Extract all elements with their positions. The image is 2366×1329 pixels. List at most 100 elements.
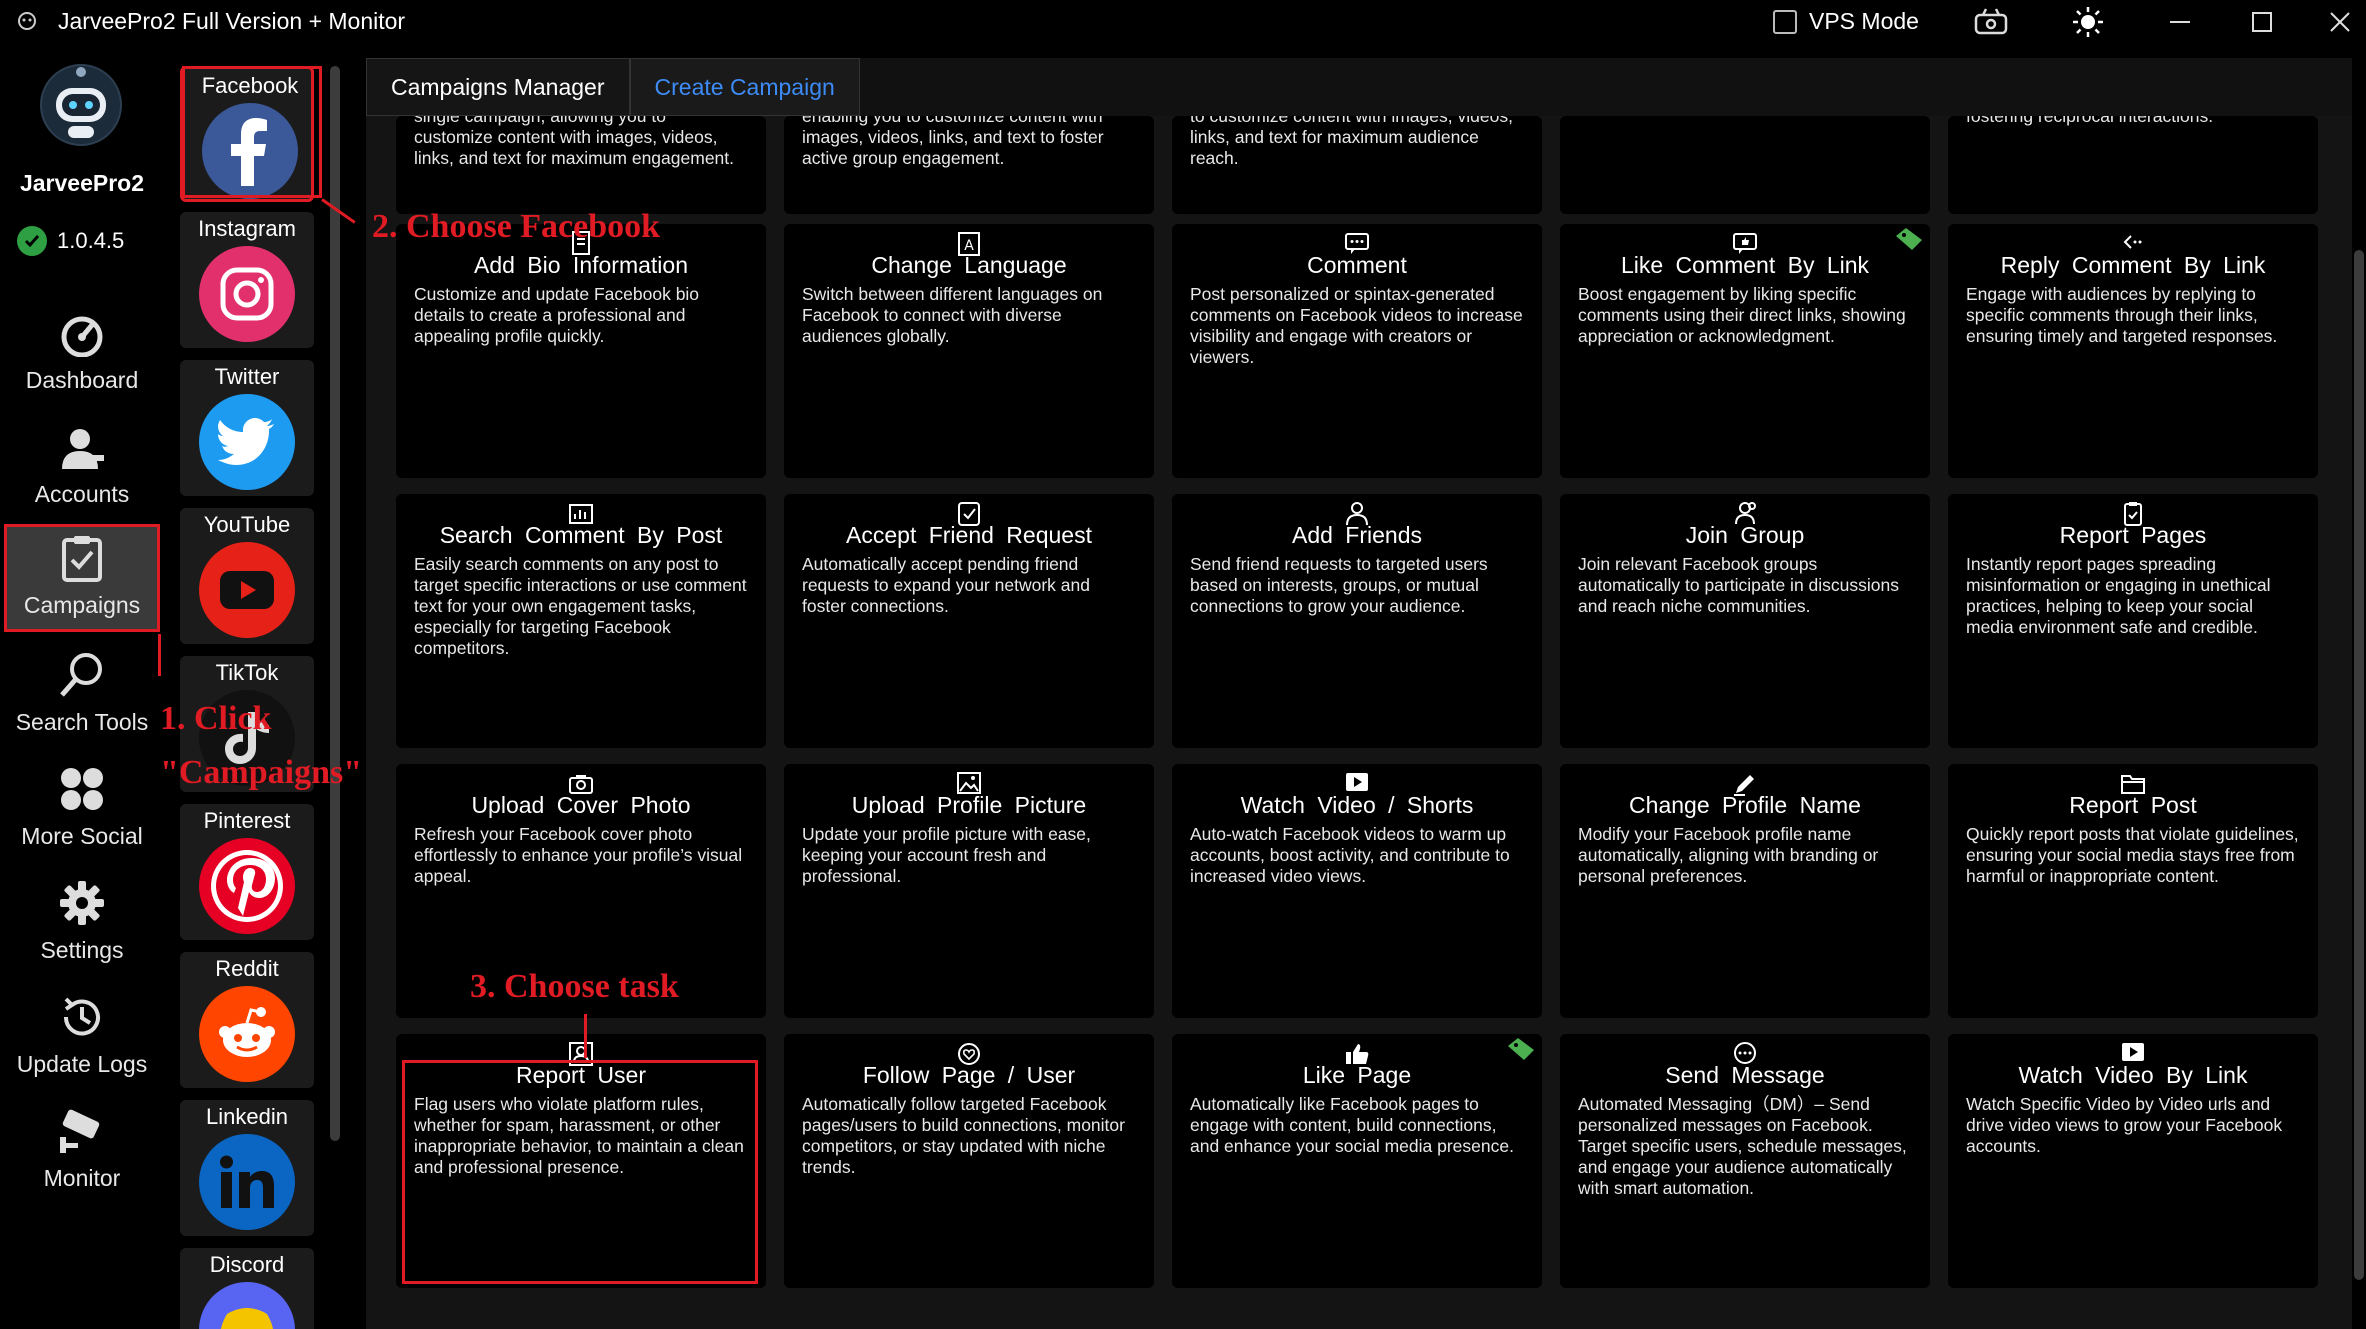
tab-campaigns-manager[interactable]: Campaigns Manager	[366, 58, 630, 116]
card-description: Update your profile picture with ease, k…	[802, 824, 1091, 886]
task-card-change-language[interactable]: A Change Language Switch between different…	[784, 224, 1154, 478]
free-tag-icon	[1894, 228, 1924, 250]
task-card-accept-friend-request[interactable]: Accept Friend Request Automatically accep…	[784, 494, 1154, 748]
task-card-like-comment-by-link[interactable]: Like Comment By Link Boost engagement by …	[1560, 224, 1930, 478]
card-title: Send Message	[1665, 1062, 1825, 1088]
card-title: Add Bio Information	[473, 252, 688, 278]
social-discord[interactable]: Discord	[180, 1248, 314, 1329]
social-label: YouTube	[203, 512, 291, 537]
task-card-search-comment-by-post[interactable]: Search Comment By Post Easily search comm…	[396, 494, 766, 748]
card-description: Engage with audiences by replying to spe…	[1966, 284, 2278, 346]
task-card-upload-profile-picture[interactable]: Upload Profile Picture Update your profil…	[784, 764, 1154, 1018]
task-card-follow-page-user[interactable]: Follow Page / User Automatically follow t…	[784, 1034, 1154, 1288]
annotation-step-1b: "Campaigns"	[160, 754, 363, 791]
card-title: Add Friends	[1291, 522, 1422, 548]
nav-campaigns[interactable]: Campaigns	[4, 524, 160, 632]
vps-mode-checkbox[interactable]	[1773, 9, 1797, 34]
card-description: enabling you to customize content with i…	[802, 116, 1104, 168]
card-description: Automated Messaging（DM）– Send personaliz…	[1578, 1094, 1907, 1198]
card-description: Quickly report posts that violate guidel…	[1966, 824, 2299, 886]
nav-settings[interactable]: Settings	[4, 866, 160, 974]
nav-label: Search Tools	[15, 709, 149, 735]
task-card-send-message[interactable]: Send Message Automated Messaging（DM）– Sen…	[1560, 1034, 1930, 1288]
social-pinterest[interactable]: Pinterest	[180, 804, 314, 940]
social-reddit[interactable]: Reddit	[180, 952, 314, 1088]
maximize-icon[interactable]	[2244, 6, 2280, 38]
tab-create-campaign[interactable]: Create Campaign	[629, 58, 860, 116]
search-icon	[60, 653, 102, 697]
nav-more-social[interactable]: More Social	[4, 752, 160, 860]
card-title: Accept Friend Request	[846, 522, 1092, 548]
card-description: Easily search comments on any post to ta…	[414, 554, 747, 658]
annotation-facebook-box	[182, 66, 322, 198]
linkedin-icon	[199, 1134, 295, 1230]
task-card-add-bio-information[interactable]: Add Bio Information Customize and update …	[396, 224, 766, 478]
robot-avatar-icon	[40, 64, 122, 146]
task-card-watch-video-shorts[interactable]: Watch Video / Shorts Auto-watch Facebook …	[1172, 764, 1542, 1018]
main-scrollbar[interactable]	[2354, 250, 2364, 1280]
card-title: Search Comment By Post	[439, 522, 723, 548]
task-card[interactable]	[1560, 116, 1930, 214]
card-description: Send friend requests to targeted users b…	[1190, 554, 1488, 616]
vpn-router-icon[interactable]	[1973, 6, 2009, 38]
task-card[interactable]: single campaign, allowing you to customi…	[396, 116, 766, 214]
close-icon[interactable]	[2322, 6, 2358, 38]
task-card[interactable]: fostering reciprocal interactions.	[1948, 116, 2318, 214]
task-card-add-friends[interactable]: Add Friends Send friend requests to targe…	[1172, 494, 1542, 748]
task-card[interactable]: to customize content with images, videos…	[1172, 116, 1542, 214]
task-card-report-pages[interactable]: Report Pages Instantly report pages sprea…	[1948, 494, 2318, 748]
annotation-step-3: 3. Choose task	[470, 968, 679, 1005]
nav-monitor[interactable]: Monitor	[4, 1094, 160, 1202]
theme-sun-icon[interactable]	[2070, 6, 2106, 38]
social-label: TikTok	[215, 660, 279, 685]
card-title: Join Group	[1685, 522, 1805, 548]
nav-label: Update Logs	[16, 1051, 148, 1077]
window-title: JarveePro2 Full Version + Monitor	[58, 8, 406, 34]
task-card-join-group[interactable]: Join Group Join relevant Facebook groups …	[1560, 494, 1930, 748]
brand-name: JarveePro2	[19, 170, 145, 196]
social-platform-list: Facebook Instagram Twitter YouTube TikTo…	[176, 62, 318, 1329]
card-title: Change Language	[871, 252, 1067, 278]
card-description: Auto-watch Facebook videos to warm up ac…	[1190, 824, 1510, 886]
card-description: Automatically follow targeted Facebook p…	[802, 1094, 1125, 1177]
task-card-reply-comment-by-link[interactable]: Reply Comment By Link Engage with audienc…	[1948, 224, 2318, 478]
nav-label: Monitor	[43, 1165, 121, 1191]
app-logo-icon	[18, 12, 36, 30]
task-card-like-page[interactable]: Like Page Automatically like Facebook pag…	[1172, 1034, 1542, 1288]
task-card[interactable]: enabling you to customize content with i…	[784, 116, 1154, 214]
card-title: Upload Profile Picture	[851, 792, 1087, 818]
camera-icon	[60, 1109, 100, 1153]
nav-search-tools[interactable]: Search Tools	[4, 638, 160, 746]
task-card-watch-video-by-link[interactable]: Watch Video By Link Watch Specific Video …	[1948, 1034, 2318, 1288]
nav-dashboard[interactable]: Dashboard	[4, 296, 160, 404]
task-card-report-post[interactable]: Report Post Quickly report posts that vio…	[1948, 764, 2318, 1018]
free-tag-icon	[1506, 1038, 1536, 1060]
card-title: Report Pages	[2059, 522, 2207, 548]
social-twitter[interactable]: Twitter	[180, 360, 314, 496]
task-card-change-profile-name[interactable]: Change Profile Name Modify your Facebook …	[1560, 764, 1930, 1018]
annotation-step-2: 2. Choose Facebook	[372, 208, 661, 245]
task-card-comment[interactable]: Comment Post personalized or spintax-gene…	[1172, 224, 1542, 478]
social-list-scrollbar[interactable]	[330, 66, 340, 1141]
card-description: Boost engagement by liking specific comm…	[1578, 284, 1906, 346]
pinterest-icon	[199, 838, 295, 934]
social-instagram[interactable]: Instagram	[180, 212, 314, 348]
version-number: 1.0.4.5	[57, 228, 125, 253]
apps-grid-icon	[61, 768, 103, 810]
card-title: Like Page	[1302, 1062, 1412, 1088]
card-description: Switch between different languages on Fa…	[802, 284, 1103, 346]
card-title: Follow Page / User	[862, 1062, 1076, 1088]
minimize-icon[interactable]	[2162, 6, 2198, 38]
nav-label: Settings	[40, 937, 124, 963]
nav-label: Campaigns	[23, 592, 141, 618]
version-status: 1.0.4.5	[17, 226, 124, 256]
nav-accounts[interactable]: Accounts	[4, 410, 160, 518]
nav-update-logs[interactable]: Update Logs	[4, 980, 160, 1088]
card-title: Comment	[1307, 252, 1407, 278]
vps-mode-toggle[interactable]: VPS Mode	[1773, 8, 1919, 35]
twitter-bird-icon	[199, 394, 295, 490]
social-youtube[interactable]: YouTube	[180, 508, 314, 644]
social-linkedin[interactable]: Linkedin	[180, 1100, 314, 1236]
card-description: single campaign, allowing you to customi…	[414, 116, 735, 168]
card-description: Modify your Facebook profile name automa…	[1578, 824, 1879, 886]
